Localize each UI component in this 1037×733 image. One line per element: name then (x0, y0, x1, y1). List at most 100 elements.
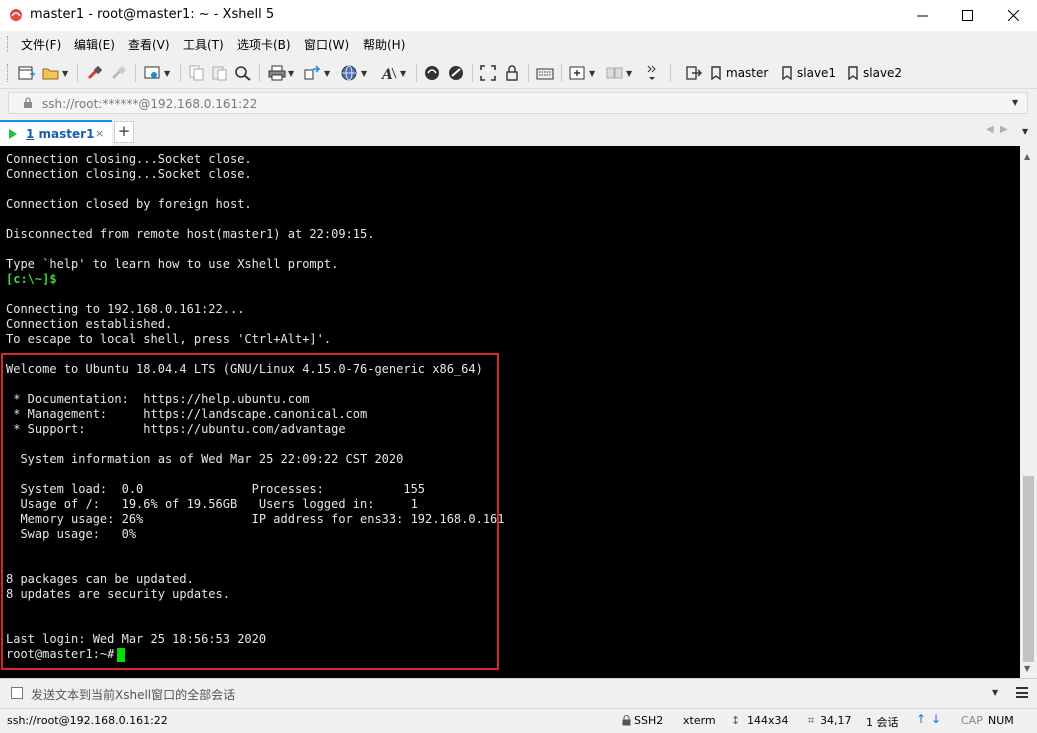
xftp-button[interactable] (424, 64, 442, 82)
bookmark-slave2[interactable]: slave2 (848, 63, 902, 83)
lock-button[interactable] (504, 64, 520, 82)
menu-view[interactable]: 查看(V) (128, 36, 170, 53)
xftp-icon (425, 66, 439, 80)
tile-windows-icon (606, 67, 623, 79)
compose-dropdown-icon[interactable]: ▼ (992, 688, 998, 697)
font-button[interactable]: A ▼ (380, 64, 406, 82)
new-session-icon (18, 66, 35, 80)
menu-tools[interactable]: 工具(T) (183, 36, 224, 53)
chevron-down-icon[interactable]: ▼ (288, 69, 294, 78)
scroll-up-icon[interactable]: ▲ (1024, 152, 1030, 161)
copy-button[interactable] (188, 64, 206, 82)
terminal-scrollbar[interactable]: ▲ ▼ (1020, 146, 1037, 678)
chevron-down-icon[interactable]: ▼ (626, 69, 632, 78)
terminal-line: Connecting to 192.168.0.161:22... (6, 302, 245, 316)
copy-icon (189, 65, 204, 81)
new-session-button[interactable] (18, 64, 36, 82)
terminal-line: Disconnected from remote host(master1) a… (6, 227, 375, 241)
chevron-down-icon[interactable]: ▼ (400, 69, 406, 78)
minimize-button[interactable] (899, 0, 945, 31)
toolbar-separator (416, 64, 417, 82)
print-button[interactable]: ▼ (268, 64, 294, 82)
paste-icon (212, 66, 227, 81)
scroll-down-icon[interactable]: ▼ (1024, 664, 1030, 673)
paste-button[interactable] (211, 64, 229, 82)
encoding-button[interactable]: ▼ (341, 64, 367, 82)
layout-button[interactable]: ▼ (606, 64, 632, 82)
cursor-position-icon: ⌗ (808, 714, 815, 727)
keyboard-icon (536, 68, 554, 80)
hamburger-menu-icon[interactable] (1016, 687, 1028, 698)
open-button[interactable]: ▼ (42, 64, 68, 82)
toolbar-separator (670, 64, 671, 82)
terminal-line: Connection closing...Socket close. (6, 152, 252, 166)
bookmark-slave1[interactable]: slave1 (782, 63, 836, 83)
disconnect-button[interactable] (110, 64, 128, 82)
bookmark-label: slave1 (797, 66, 837, 80)
font-icon: A (380, 67, 397, 81)
toolbar-separator (180, 64, 181, 82)
folder-open-icon (42, 68, 59, 80)
tab-scroll-left-icon[interactable]: ◀ (986, 124, 994, 135)
terminal-line: Connection closed by foreign host. (6, 197, 252, 211)
arrow-up-icon[interactable]: ↑ (916, 712, 926, 726)
menu-file[interactable]: 文件(F) (21, 36, 61, 53)
keyboard-button[interactable] (536, 64, 554, 82)
new-tab-button[interactable]: ▼ (569, 64, 595, 82)
address-field[interactable]: ssh://root:******@192.168.0.161:22 ▼ (8, 92, 1028, 114)
chevron-down-icon[interactable]: ▼ (589, 69, 595, 78)
terminal-line: To escape to local shell, press 'Ctrl+Al… (6, 332, 332, 346)
scrollbar-thumb[interactable] (1023, 476, 1034, 662)
compose-input[interactable]: 发送文本到当前Xshell窗口的全部会话 (31, 686, 235, 703)
chevron-down-icon[interactable]: ▼ (361, 69, 367, 78)
terminal-output[interactable]: Connection closing...Socket close. Conne… (0, 146, 1020, 678)
send-all-sessions-checkbox[interactable] (11, 687, 23, 699)
menu-help[interactable]: 帮助(H) (363, 36, 405, 53)
tab-scroll-right-icon[interactable]: ▶ (1000, 124, 1008, 135)
tab-label: 1 master1 (26, 127, 94, 141)
terminal-line: Connection established. (6, 317, 173, 331)
arrow-down-icon[interactable]: ↓ (931, 712, 941, 726)
status-num: NUM (988, 714, 1014, 727)
menu-tab[interactable]: 选项卡(B) (237, 36, 291, 53)
properties-button[interactable]: ▼ (144, 64, 170, 82)
chevron-down-icon[interactable]: ▼ (164, 69, 170, 78)
toolbar-separator (472, 64, 473, 82)
tab-close-icon[interactable]: × (95, 127, 104, 140)
bookmark-master[interactable]: master (711, 63, 768, 83)
local-prompt: [c:\~]$ (6, 272, 57, 286)
find-button[interactable] (234, 64, 252, 82)
status-size: 144x34 (747, 714, 789, 727)
toolbar-separator (259, 64, 260, 82)
menu-bar: 文件(F) 编辑(E) 查看(V) 工具(T) 选项卡(B) 窗口(W) 帮助(… (0, 31, 1037, 57)
menu-edit[interactable]: 编辑(E) (74, 36, 115, 53)
highlight-box (1, 353, 499, 670)
transfer-button[interactable]: ▼ (304, 64, 330, 82)
maximize-button[interactable] (944, 0, 990, 31)
add-window-icon (569, 66, 585, 80)
close-button[interactable] (990, 0, 1036, 31)
lock-icon (506, 65, 518, 81)
fullscreen-button[interactable] (480, 64, 496, 82)
globe-icon (341, 65, 357, 81)
xmanager-button[interactable] (448, 64, 466, 82)
menu-window[interactable]: 窗口(W) (304, 36, 349, 53)
lock-icon (622, 715, 631, 726)
chevron-down-icon[interactable]: ▼ (324, 69, 330, 78)
bookmark-go-button[interactable] (686, 64, 702, 82)
toolbar-grip[interactable] (7, 64, 11, 82)
tab-list-icon[interactable]: ▼ (1022, 127, 1028, 136)
arrow-link-icon (686, 66, 702, 80)
add-tab-button[interactable]: + (114, 121, 134, 143)
menubar-grip[interactable] (7, 36, 11, 52)
toolbar-separator (135, 64, 136, 82)
toolbar-overflow-button[interactable] (647, 64, 657, 82)
lock-icon (24, 97, 32, 108)
reconnect-button[interactable] (86, 64, 104, 82)
address-dropdown-icon[interactable]: ▼ (1012, 98, 1018, 107)
chevron-down-icon[interactable]: ▼ (62, 69, 68, 78)
resize-icon: ↕ (731, 714, 741, 727)
tab-bar: 1 master1 × + ◀ ▶ ▼ (0, 118, 1037, 146)
tab-master1[interactable]: 1 master1 × (0, 120, 112, 146)
status-cursor-position: 34,17 (820, 714, 852, 727)
